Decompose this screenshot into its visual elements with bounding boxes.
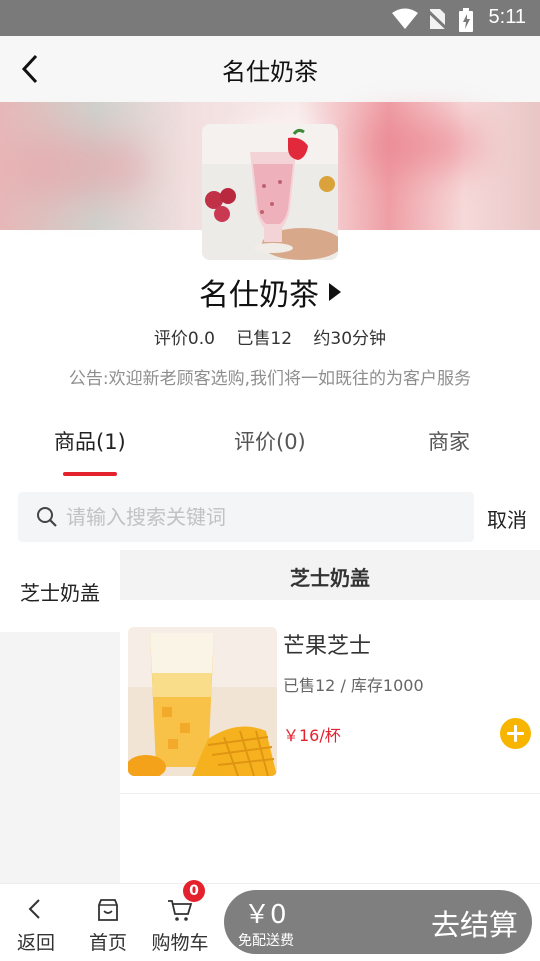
play-triangle-icon [329,283,341,301]
section-title: 芝士奶盖 [290,566,370,590]
back-arrow-icon [28,899,40,919]
nav-bar: 名仕奶茶 [0,36,540,102]
tab-reviews[interactable]: 评价(0) [234,426,306,456]
page-title: 名仕奶茶 [222,58,318,86]
bottom-back-button[interactable]: 返回 [10,884,62,961]
search-input[interactable] [66,492,466,542]
category-item-cheese-foam[interactable]: 芝士奶盖 [0,550,120,632]
product-price: ￥16/杯 [283,726,341,745]
shop-name-text: 名仕奶茶 [199,278,319,313]
product-item[interactable]: 芒果芝士 已售12 / 库存1000 ￥16/杯 [120,600,540,794]
tab-products[interactable]: 商品(1) [54,426,126,456]
bottom-back-label: 返回 [16,932,55,954]
active-tab-indicator [63,472,117,476]
shop-rating: 评价0.0 [153,329,215,349]
notice-label: 公告: [68,369,109,389]
product-name: 芒果芝士 [283,634,372,659]
battery-icon [459,8,473,32]
category-label: 芝士奶盖 [20,581,100,605]
tab-merchant[interactable]: 商家 [428,426,470,456]
wifi-icon [392,8,418,29]
checkout-label: 去结算 [430,908,518,942]
shop-stats: 评价0.0 已售12 约30分钟 [0,324,540,349]
shop-delivery-time: 约30分钟 [313,329,387,349]
section-header: 芝士奶盖 [120,550,540,600]
store-icon [98,899,118,921]
cart-icon [168,900,193,921]
cancel-button[interactable]: 取消 [487,504,527,533]
bottom-home-button[interactable]: 首页 [82,884,134,961]
no-sim-icon [426,8,448,30]
search-box [18,492,474,542]
shop-photo [202,124,338,260]
product-sales-stock: 已售12 / 库存1000 [283,676,424,695]
bottom-cart-label: 购物车 [151,932,209,954]
search-icon [37,507,57,527]
notice-text: 欢迎新老顾客选购,我们将一如既往的为客户服务 [108,369,472,389]
plus-icon[interactable] [500,718,531,749]
status-time: 5:11 [488,6,526,28]
shop-sold: 已售12 [236,329,293,349]
checkout-button[interactable]: ￥0 免配送费 去结算 [224,890,532,954]
shop-notice: 公告:欢迎新老顾客选购,我们将一如既往的为客户服务 [0,364,540,389]
cart-total: ￥0 [244,900,287,930]
status-bar: 5:11 [0,0,540,36]
cart-count-badge: 0 [183,880,205,902]
product-image [128,627,277,776]
bottom-home-label: 首页 [88,932,127,954]
delivery-fee-note: 免配送费 [238,933,294,949]
shop-name[interactable]: 名仕奶茶 [0,270,540,314]
